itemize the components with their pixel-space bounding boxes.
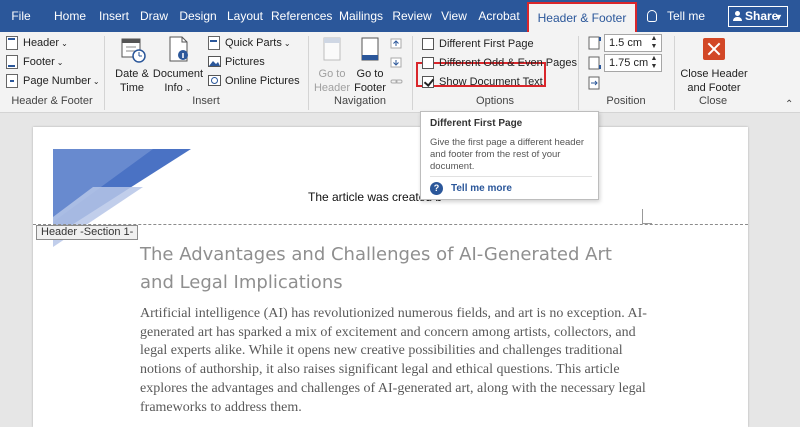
close-header-footer-button[interactable]: Close Header and Footer [678,38,750,95]
header-boundary-line [33,224,748,225]
next-section-button[interactable] [390,54,404,72]
previous-section-button[interactable] [390,35,404,53]
go-to-header-icon [318,34,346,64]
checkbox-icon [422,38,434,50]
tab-mailings[interactable]: Mailings [337,0,385,32]
different-odd-even-checkbox[interactable]: Different Odd & Even Pages [422,54,577,72]
tab-draw[interactable]: Draw [138,0,170,32]
ribbon: Header ⌄ Footer ⌄ Page Number ⌄ Header & Fo… [0,32,800,113]
insert-alignment-tab-button[interactable] [588,74,602,92]
footer-from-bottom-input[interactable]: 1.75 cm ▲ ▼ [604,54,662,72]
alignment-tab-icon [588,76,600,90]
tab-layout[interactable]: Layout [225,0,265,32]
different-first-page-checkbox[interactable]: Different First Page [422,35,542,53]
page-number-icon [6,74,18,88]
header-icon [6,36,18,50]
tab-home[interactable]: Home [50,0,90,32]
group-label-options: Options [476,95,514,107]
tell-me-search[interactable]: Tell me [647,0,705,32]
group-label-position: Position [606,95,646,107]
tooltip-divider [430,176,592,177]
tab-review[interactable]: Review [392,0,432,32]
spinner-arrows[interactable]: ▲ ▼ [649,55,659,71]
link-icon [390,75,403,89]
link-to-previous-button[interactable] [390,73,404,91]
tell-me-more-link[interactable]: Tell me more [451,183,512,194]
document-info-button[interactable]: Document Info ⌄ [152,34,204,96]
tab-acrobat[interactable]: Acrobat [476,0,522,32]
collapse-ribbon-icon[interactable]: ⌃ [785,99,793,110]
different-first-page-tooltip: Different First Page Give the first page… [420,111,599,200]
go-to-footer-icon [356,34,384,64]
header-position-icon [588,36,601,50]
tab-insert[interactable]: Insert [97,0,131,32]
tooltip-description: Give the first page a different header a… [430,137,585,172]
tab-design[interactable]: Design [177,0,219,32]
document-body-paragraph[interactable]: Artificial intelligence (AI) has revolut… [140,305,660,417]
header-section-tag: Header -Section 1- [36,225,139,240]
checkbox-checked-icon [422,76,434,88]
chevron-down-icon: ▼ [774,12,783,22]
footer-position-icon [588,56,601,70]
footer-position-icon-wrap [588,54,602,72]
show-document-text-checkbox[interactable]: Show Document Text [422,73,552,91]
calendar-icon [118,34,146,64]
person-icon [733,11,742,21]
header-margin-marker [642,209,652,224]
go-to-footer-button[interactable]: Go to Footer [351,34,389,95]
lightbulb-icon [647,10,657,22]
group-label-header-footer: Header & Footer [11,95,93,107]
online-picture-icon [208,74,221,88]
header-from-top-input[interactable]: 1.5 cm ▲ ▼ [604,34,662,52]
ribbon-tab-bar: File Home Insert Draw Design Layout Refe… [0,0,800,32]
spinner-arrows[interactable]: ▲ ▼ [649,35,659,51]
tab-header-footer[interactable]: Header & Footer [527,2,637,32]
tab-view[interactable]: View [439,0,469,32]
group-label-close: Close [698,95,728,107]
date-time-button[interactable]: Date & Time [110,34,154,95]
picture-icon [208,55,221,69]
help-icon: ? [430,182,443,195]
close-icon [703,38,725,64]
checkbox-icon [422,57,434,69]
tab-references[interactable]: References [271,0,332,32]
document-title[interactable]: The Advantages and Challenges of AI-Gene… [140,241,640,297]
footer-icon [6,55,18,69]
tab-file[interactable]: File [4,0,38,32]
document-page[interactable]: The article was created b Header -Sectio… [33,127,748,427]
header-position-icon-wrap [588,34,602,52]
previous-icon [390,37,402,51]
group-label-insert: Insert [192,95,220,107]
tooltip-title: Different First Page [430,118,523,129]
document-canvas: The article was created b Header -Sectio… [0,113,800,427]
go-to-header-button[interactable]: Go to Header [312,34,352,95]
group-label-navigation: Navigation [334,95,386,107]
next-icon [390,56,402,70]
share-button[interactable]: Share ▼ [728,6,788,27]
quick-parts-icon [208,36,220,50]
document-info-icon [164,34,192,64]
